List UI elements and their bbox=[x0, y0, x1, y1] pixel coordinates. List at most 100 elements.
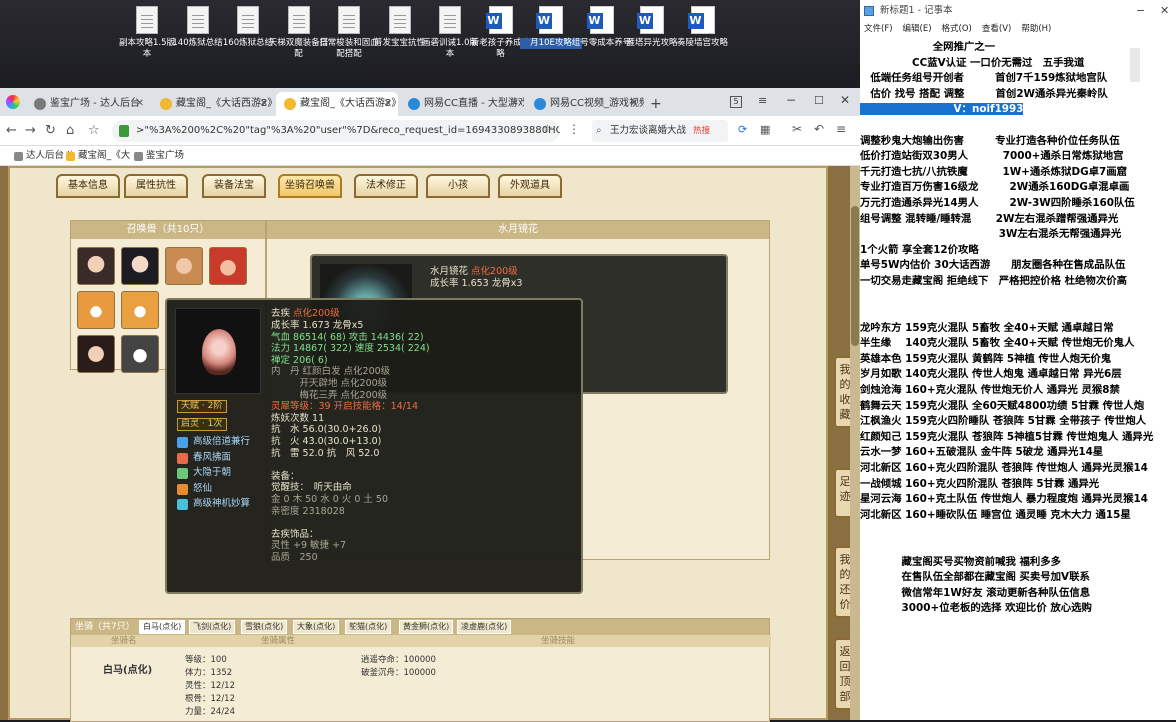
window-menu-icon[interactable]: ≡ bbox=[758, 94, 767, 107]
notepad-text-area[interactable]: 全网推广之一 CC蓝V认证 一口价无需过 五手我道 低端任务组号开创者 首创7千… bbox=[860, 40, 1176, 617]
apps-grid-icon[interactable]: ▦ bbox=[760, 123, 770, 136]
forward-icon[interactable]: → bbox=[25, 123, 36, 138]
browser-tab[interactable]: 藏宝阁_《大话西游2》 ✕ bbox=[276, 92, 398, 116]
summon-stat-line bbox=[271, 459, 430, 471]
sync-icon[interactable]: ⟳ bbox=[738, 123, 747, 136]
game-tab[interactable]: 法术修正 bbox=[354, 174, 418, 198]
notepad-line: 3000+位老板的选择 欢迎比价 放心选购 bbox=[860, 601, 1176, 617]
search-input[interactable]: ⌕ 王力宏谈离婚大战 热搜 bbox=[592, 120, 728, 142]
tab-close-icon[interactable]: ✕ bbox=[630, 92, 638, 116]
home-icon[interactable]: ⌂ bbox=[66, 123, 74, 138]
tab-close-icon[interactable]: ✕ bbox=[384, 92, 392, 116]
desktop-icon[interactable]: 奏陵墙宫攻略 bbox=[672, 6, 734, 49]
summon-portrait-8[interactable] bbox=[121, 335, 159, 373]
notepad-line-text: 云水一梦 160+五破混队 金牛阵 5破龙 通异光14星 bbox=[860, 446, 1104, 459]
favorite-star-icon[interactable]: ☆ bbox=[542, 122, 553, 136]
notepad-minimize-button[interactable]: − bbox=[1136, 0, 1145, 22]
bookmark-item[interactable]: 藏宝阁_《大 bbox=[66, 146, 130, 166]
skill-icon bbox=[177, 437, 188, 448]
notepad-line-text: 组号调整 混转睡/睡转混 2W左右混杀蹭帮强通异光 bbox=[860, 212, 1119, 225]
notepad-icon bbox=[864, 6, 874, 16]
mount-tab[interactable]: 飞剑(点化) bbox=[189, 620, 236, 634]
browser-tab[interactable]: 网易CC直播 - 大型游戏 ✕ bbox=[400, 92, 524, 116]
url-input[interactable]: >"%3A%200%2C%20"tag"%3A%20"user"%7D&reco… bbox=[112, 120, 560, 142]
tab-bar: 鉴宝广场 - 达人后台 ✕ 藏宝阁_《大话西游2》 ✕ 藏宝阁_《大话西游2》 ✕ 网易CC… bbox=[0, 88, 860, 116]
summon-skill[interactable]: 高级神机妙算 bbox=[177, 498, 250, 514]
secure-shield-icon bbox=[119, 125, 129, 137]
notepad-line-text: 万元打造通杀异光14男人 2W-3W四阶睡杀160队伍 bbox=[860, 196, 1135, 209]
summon-skill[interactable]: 高级倍道兼行 bbox=[177, 436, 250, 452]
summon-portrait-3[interactable] bbox=[165, 247, 203, 285]
browser-tab[interactable]: 网易CC视频_游戏视频 ✕ bbox=[526, 92, 644, 116]
reload-icon[interactable]: ↻ bbox=[45, 123, 56, 138]
scissors-icon[interactable]: ✂ bbox=[792, 122, 802, 136]
tab-count-badge[interactable]: 5 bbox=[730, 96, 742, 108]
notepad-line: 河北新区 160+克火四阶混队 苍狼阵 传世炮人 通异光灵猴14 bbox=[860, 461, 1176, 477]
summon-portrait-5[interactable] bbox=[77, 291, 115, 329]
summon-skill[interactable]: 大隐于朝 bbox=[177, 467, 250, 483]
game-tab[interactable]: 坐骑召唤兽 bbox=[278, 174, 342, 198]
back-icon[interactable]: ← bbox=[6, 123, 17, 138]
browser-tab[interactable]: 藏宝阁_《大话西游2》 ✕ bbox=[152, 92, 274, 116]
summon-portrait-6[interactable] bbox=[121, 291, 159, 329]
notepad-scrollbar[interactable] bbox=[1130, 48, 1140, 82]
bookmark-star-icon[interactable]: ☆ bbox=[88, 123, 100, 138]
scrollbar-thumb[interactable] bbox=[851, 206, 859, 346]
game-tab[interactable]: 外观道具 bbox=[498, 174, 562, 198]
summon-stat-line: 开天辟地 点化200级 bbox=[271, 377, 388, 389]
bookmark-item[interactable]: 鉴宝广场 bbox=[134, 146, 184, 166]
notepad-menu-item[interactable]: 帮助(H) bbox=[1021, 24, 1051, 34]
maximize-button[interactable]: ☐ bbox=[814, 94, 824, 107]
mount-tab[interactable]: 雪狼(点化) bbox=[241, 620, 288, 634]
bookmark-item[interactable]: 达人后台 Ii bbox=[14, 146, 72, 166]
new-tab-button[interactable]: + bbox=[650, 96, 662, 112]
notepad-window: 新标题1 - 记事本 − ✕ 文件(F) 编辑(E) 格式(O) 查看(V) 帮助(H)… bbox=[860, 0, 1176, 720]
tab-close-icon[interactable]: ✕ bbox=[260, 92, 268, 116]
summon-portrait-4[interactable] bbox=[209, 247, 247, 285]
summon-portrait-2[interactable] bbox=[121, 247, 159, 285]
summon-skill[interactable]: 怒仙 bbox=[177, 483, 250, 499]
undo-icon[interactable]: ↶ bbox=[814, 122, 824, 136]
tab-close-icon[interactable]: ✕ bbox=[136, 92, 144, 116]
notepad-line-text: 调整秒鬼大炮输出伤害 专业打造各种价位任务队伍 bbox=[860, 134, 1120, 147]
mount-tab[interactable]: 白马(点化) bbox=[139, 620, 186, 634]
mount-skill: 逍遥夺命：100000 bbox=[361, 655, 436, 665]
notepad-titlebar: 新标题1 - 记事本 − ✕ bbox=[860, 0, 1176, 22]
summon-portrait-1[interactable] bbox=[77, 247, 115, 285]
game-tab[interactable]: 基本信息 bbox=[56, 174, 120, 198]
tab-close-icon[interactable]: ✕ bbox=[510, 92, 518, 116]
menu-icon[interactable]: ≡ bbox=[836, 122, 846, 136]
bookmark-icon bbox=[66, 152, 75, 161]
summon-portrait-7[interactable] bbox=[77, 335, 115, 373]
notepad-line-text: 一战倾城 160+克火四阶混队 苍狼阵 5甘霖 通异光 bbox=[860, 477, 1100, 490]
notepad-menu-item[interactable]: 文件(F) bbox=[864, 24, 893, 34]
notepad-line: 英雄本色 159克火混队 黄鹤阵 5神植 传世人炮无价鬼 bbox=[860, 352, 1176, 368]
game-tab[interactable]: 小孩 bbox=[426, 174, 490, 198]
game-tab[interactable]: 装备法宝 bbox=[202, 174, 266, 198]
close-button[interactable]: ✕ bbox=[840, 93, 850, 107]
mount-tab[interactable]: 凌虚鹿(点化) bbox=[457, 620, 512, 634]
text-file-icon bbox=[388, 6, 411, 34]
game-tab[interactable]: 属性抗性 bbox=[124, 174, 188, 198]
more-dots-icon[interactable]: ⋮ bbox=[568, 122, 580, 136]
notepad-menu-item[interactable]: 查看(V) bbox=[982, 24, 1011, 34]
browser-tab[interactable]: 鉴宝广场 - 达人后台 ✕ bbox=[26, 92, 150, 116]
summon-stat-line: 金 0 木 50 水 0 火 0 土 50 bbox=[271, 493, 388, 505]
game-page: 基本信息 属性抗性 装备法宝 坐骑召唤兽 法术修正 小孩 外观道具 召唤兽（共10只） 水月… bbox=[0, 166, 860, 722]
browser-logo-icon[interactable] bbox=[6, 95, 20, 109]
notepad-line: 组号调整 混转睡/睡转混 2W左右混杀蹭帮强通异光 bbox=[860, 212, 1176, 228]
notepad-menu-item[interactable]: 格式(O) bbox=[942, 24, 972, 34]
minimize-button[interactable]: − bbox=[786, 93, 796, 107]
skill-icon bbox=[177, 483, 188, 495]
notepad-menu-item[interactable]: 编辑(E) bbox=[903, 24, 932, 34]
mount-tab[interactable]: 黄金狮(点化) bbox=[399, 620, 454, 634]
notepad-line-text: 鹤舞云天 159克火混队 全60天赋4800功绩 5甘霖 传世人炮 bbox=[860, 399, 1145, 412]
page-scrollbar[interactable] bbox=[850, 166, 860, 720]
mount-tab[interactable]: 大象(点化) bbox=[293, 620, 340, 634]
notepad-line-text: 河北新区 160+克火四阶混队 苍狼阵 传世炮人 通异光灵猴14 bbox=[860, 462, 1148, 475]
mount-tab[interactable]: 鸵猫(点化) bbox=[345, 620, 392, 634]
notepad-close-button[interactable]: ✕ bbox=[1160, 0, 1169, 22]
summon-sprite bbox=[202, 329, 236, 375]
summon-skill[interactable]: 春风拂面 bbox=[177, 452, 250, 468]
notepad-line: 估价 找号 搭配 调整 首创2W通杀异光秦岭队 bbox=[860, 87, 1176, 103]
